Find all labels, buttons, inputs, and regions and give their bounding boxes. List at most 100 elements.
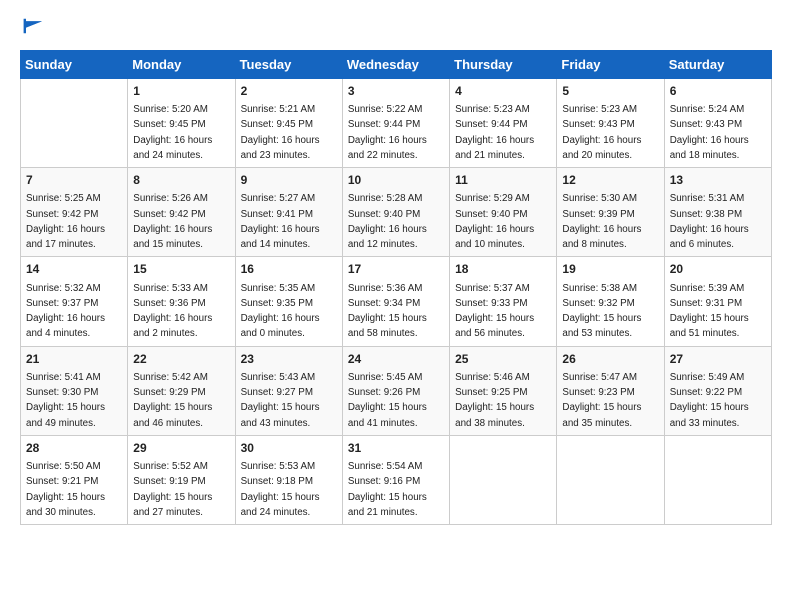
calendar-cell: 24 Sunrise: 5:45 AM Sunset: 9:26 PM Dayli…: [342, 346, 449, 435]
column-header-thursday: Thursday: [450, 50, 557, 78]
calendar-cell: [557, 435, 664, 524]
cell-info: Sunrise: 5:49 AM Sunset: 9:22 PM Dayligh…: [670, 372, 749, 429]
calendar-week-row: 7 Sunrise: 5:25 AM Sunset: 9:42 PM Daylig…: [21, 168, 772, 257]
column-header-friday: Friday: [557, 50, 664, 78]
column-header-sunday: Sunday: [21, 50, 128, 78]
cell-info: Sunrise: 5:30 AM Sunset: 9:39 PM Dayligh…: [562, 193, 641, 250]
calendar-cell: 5 Sunrise: 5:23 AM Sunset: 9:43 PM Daylig…: [557, 78, 664, 167]
calendar-cell: 22 Sunrise: 5:42 AM Sunset: 9:29 PM Dayli…: [128, 346, 235, 435]
calendar-cell: 28 Sunrise: 5:50 AM Sunset: 9:21 PM Dayli…: [21, 435, 128, 524]
logo: [20, 20, 46, 40]
cell-info: Sunrise: 5:47 AM Sunset: 9:23 PM Dayligh…: [562, 372, 641, 429]
cell-info: Sunrise: 5:27 AM Sunset: 9:41 PM Dayligh…: [241, 193, 320, 250]
calendar-cell: 11 Sunrise: 5:29 AM Sunset: 9:40 PM Dayli…: [450, 168, 557, 257]
day-number: 26: [562, 351, 658, 368]
cell-info: Sunrise: 5:41 AM Sunset: 9:30 PM Dayligh…: [26, 372, 105, 429]
day-number: 27: [670, 351, 766, 368]
cell-info: Sunrise: 5:52 AM Sunset: 9:19 PM Dayligh…: [133, 461, 212, 518]
cell-info: Sunrise: 5:22 AM Sunset: 9:44 PM Dayligh…: [348, 104, 427, 161]
calendar-cell: 29 Sunrise: 5:52 AM Sunset: 9:19 PM Dayli…: [128, 435, 235, 524]
cell-info: Sunrise: 5:45 AM Sunset: 9:26 PM Dayligh…: [348, 372, 427, 429]
day-number: 9: [241, 172, 337, 189]
calendar-cell: 8Sunrise: 5:26 AM Sunset: 9:42 PM Daylig…: [128, 168, 235, 257]
cell-info: Sunrise: 5:24 AM Sunset: 9:43 PM Dayligh…: [670, 104, 749, 161]
calendar-cell: 21 Sunrise: 5:41 AM Sunset: 9:30 PM Dayli…: [21, 346, 128, 435]
day-number: 30: [241, 440, 337, 457]
day-number: 11: [455, 172, 551, 189]
day-number: 29: [133, 440, 229, 457]
calendar-week-row: 14Sunrise: 5:32 AM Sunset: 9:37 PM Dayli…: [21, 257, 772, 346]
calendar-cell: 27 Sunrise: 5:49 AM Sunset: 9:22 PM Dayli…: [664, 346, 771, 435]
calendar-cell: 6 Sunrise: 5:24 AM Sunset: 9:43 PM Daylig…: [664, 78, 771, 167]
day-number: 20: [670, 261, 766, 278]
column-header-wednesday: Wednesday: [342, 50, 449, 78]
column-header-saturday: Saturday: [664, 50, 771, 78]
calendar-cell: 17 Sunrise: 5:36 AM Sunset: 9:34 PM Dayli…: [342, 257, 449, 346]
calendar-cell: 18 Sunrise: 5:37 AM Sunset: 9:33 PM Dayli…: [450, 257, 557, 346]
cell-info: Sunrise: 5:29 AM Sunset: 9:40 PM Dayligh…: [455, 193, 534, 250]
day-number: 8: [133, 172, 229, 189]
cell-info: Sunrise: 5:53 AM Sunset: 9:18 PM Dayligh…: [241, 461, 320, 518]
day-number: 4: [455, 83, 551, 100]
day-number: 12: [562, 172, 658, 189]
cell-info: Sunrise: 5:33 AM Sunset: 9:36 PM Dayligh…: [133, 283, 212, 340]
day-number: 3: [348, 83, 444, 100]
cell-info: Sunrise: 5:39 AM Sunset: 9:31 PM Dayligh…: [670, 283, 749, 340]
cell-info: Sunrise: 5:36 AM Sunset: 9:34 PM Dayligh…: [348, 283, 427, 340]
cell-info: Sunrise: 5:23 AM Sunset: 9:43 PM Dayligh…: [562, 104, 641, 161]
day-number: 24: [348, 351, 444, 368]
day-number: 28: [26, 440, 122, 457]
column-header-tuesday: Tuesday: [235, 50, 342, 78]
calendar-cell: 31 Sunrise: 5:54 AM Sunset: 9:16 PM Dayli…: [342, 435, 449, 524]
day-number: 22: [133, 351, 229, 368]
cell-info: Sunrise: 5:25 AM Sunset: 9:42 PM Dayligh…: [26, 193, 105, 250]
calendar-week-row: 1Sunrise: 5:20 AM Sunset: 9:45 PM Daylig…: [21, 78, 772, 167]
calendar-cell: 12 Sunrise: 5:30 AM Sunset: 9:39 PM Dayli…: [557, 168, 664, 257]
cell-info: Sunrise: 5:20 AM Sunset: 9:45 PM Dayligh…: [133, 104, 212, 161]
day-number: 5: [562, 83, 658, 100]
day-number: 13: [670, 172, 766, 189]
cell-info: Sunrise: 5:42 AM Sunset: 9:29 PM Dayligh…: [133, 372, 212, 429]
day-number: 19: [562, 261, 658, 278]
day-number: 21: [26, 351, 122, 368]
calendar-cell: 30 Sunrise: 5:53 AM Sunset: 9:18 PM Dayli…: [235, 435, 342, 524]
cell-info: Sunrise: 5:31 AM Sunset: 9:38 PM Dayligh…: [670, 193, 749, 250]
calendar-cell: 26 Sunrise: 5:47 AM Sunset: 9:23 PM Dayli…: [557, 346, 664, 435]
calendar-table: SundayMondayTuesdayWednesdayThursdayFrid…: [20, 50, 772, 525]
day-number: 6: [670, 83, 766, 100]
day-number: 31: [348, 440, 444, 457]
day-number: 14: [26, 261, 122, 278]
cell-info: Sunrise: 5:50 AM Sunset: 9:21 PM Dayligh…: [26, 461, 105, 518]
calendar-cell: 2 Sunrise: 5:21 AM Sunset: 9:45 PM Daylig…: [235, 78, 342, 167]
calendar-cell: 23Sunrise: 5:43 AM Sunset: 9:27 PM Dayli…: [235, 346, 342, 435]
day-number: 17: [348, 261, 444, 278]
day-number: 16: [241, 261, 337, 278]
calendar-cell: 25 Sunrise: 5:46 AM Sunset: 9:25 PM Dayli…: [450, 346, 557, 435]
calendar-cell: [664, 435, 771, 524]
day-number: 18: [455, 261, 551, 278]
cell-info: Sunrise: 5:46 AM Sunset: 9:25 PM Dayligh…: [455, 372, 534, 429]
day-number: 2: [241, 83, 337, 100]
cell-info: Sunrise: 5:38 AM Sunset: 9:32 PM Dayligh…: [562, 283, 641, 340]
calendar-header-row: SundayMondayTuesdayWednesdayThursdayFrid…: [21, 50, 772, 78]
calendar-cell: 9 Sunrise: 5:27 AM Sunset: 9:41 PM Daylig…: [235, 168, 342, 257]
day-number: 25: [455, 351, 551, 368]
day-number: 7: [26, 172, 122, 189]
calendar-cell: 7 Sunrise: 5:25 AM Sunset: 9:42 PM Daylig…: [21, 168, 128, 257]
calendar-cell: 20 Sunrise: 5:39 AM Sunset: 9:31 PM Dayli…: [664, 257, 771, 346]
calendar-week-row: 21 Sunrise: 5:41 AM Sunset: 9:30 PM Dayli…: [21, 346, 772, 435]
calendar-cell: 10Sunrise: 5:28 AM Sunset: 9:40 PM Dayli…: [342, 168, 449, 257]
cell-info: Sunrise: 5:43 AM Sunset: 9:27 PM Dayligh…: [241, 372, 320, 429]
cell-info: Sunrise: 5:37 AM Sunset: 9:33 PM Dayligh…: [455, 283, 534, 340]
cell-info: Sunrise: 5:23 AM Sunset: 9:44 PM Dayligh…: [455, 104, 534, 161]
cell-info: Sunrise: 5:35 AM Sunset: 9:35 PM Dayligh…: [241, 283, 320, 340]
logo-general-text: [20, 20, 46, 40]
calendar-cell: 4 Sunrise: 5:23 AM Sunset: 9:44 PM Daylig…: [450, 78, 557, 167]
cell-info: Sunrise: 5:28 AM Sunset: 9:40 PM Dayligh…: [348, 193, 427, 250]
cell-info: Sunrise: 5:54 AM Sunset: 9:16 PM Dayligh…: [348, 461, 427, 518]
calendar-cell: 13 Sunrise: 5:31 AM Sunset: 9:38 PM Dayli…: [664, 168, 771, 257]
calendar-cell: [21, 78, 128, 167]
calendar-cell: 14Sunrise: 5:32 AM Sunset: 9:37 PM Dayli…: [21, 257, 128, 346]
cell-info: Sunrise: 5:21 AM Sunset: 9:45 PM Dayligh…: [241, 104, 320, 161]
calendar-cell: 3 Sunrise: 5:22 AM Sunset: 9:44 PM Daylig…: [342, 78, 449, 167]
